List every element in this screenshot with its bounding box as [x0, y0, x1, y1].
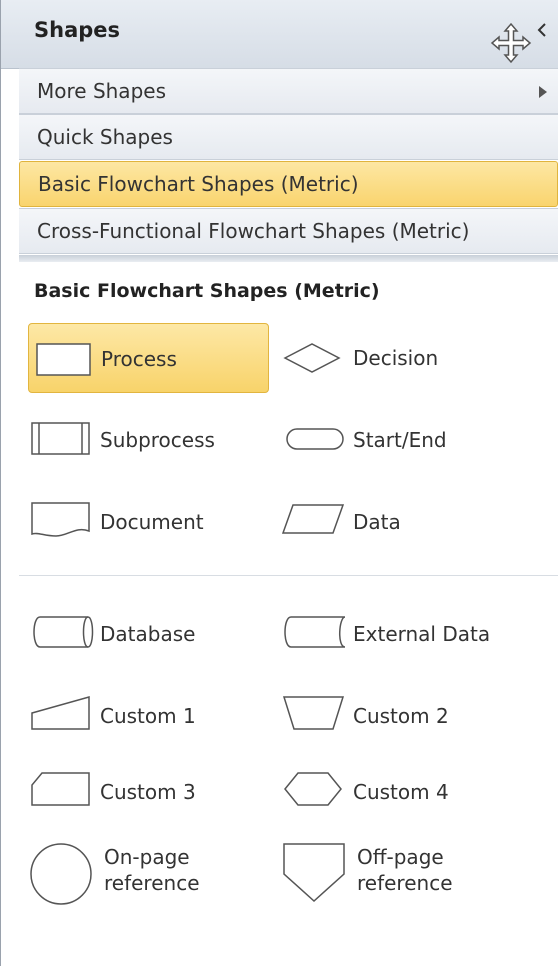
data-shape-icon [281, 504, 345, 534]
start-end-shape-icon [286, 428, 344, 450]
shape-label: Database [100, 622, 196, 646]
cross-functional-shapes-label: Cross-Functional Flowchart Shapes (Metri… [37, 219, 470, 243]
shape-start-end[interactable]: Start/End [281, 406, 521, 472]
shape-subprocess[interactable]: Subprocess [28, 406, 269, 472]
more-shapes-menu[interactable]: More Shapes [19, 68, 558, 114]
shape-data[interactable]: Data [281, 488, 521, 554]
shape-label-line1: Off-page [357, 845, 444, 869]
decision-shape-icon [283, 343, 341, 373]
section-divider [19, 575, 558, 576]
shape-process[interactable]: Process [28, 323, 269, 393]
shape-custom-4[interactable]: Custom 4 [281, 758, 521, 824]
subprocess-shape-icon [31, 422, 90, 455]
quick-shapes-label: Quick Shapes [37, 125, 173, 149]
shape-custom-1[interactable]: Custom 1 [28, 682, 269, 748]
off-page-reference-shape-icon [283, 843, 345, 903]
shape-label: External Data [353, 622, 491, 646]
custom4-shape-icon [284, 772, 342, 806]
cross-functional-shapes-item[interactable]: Cross-Functional Flowchart Shapes (Metri… [19, 208, 558, 254]
splitter-bar[interactable] [19, 255, 558, 262]
shape-label: Process [101, 347, 177, 371]
move-icon[interactable] [490, 22, 532, 64]
shape-label-line2: reference [357, 871, 453, 895]
panel-title: Shapes [34, 18, 121, 42]
shape-label-line1: On-page [104, 845, 190, 869]
quick-shapes-item[interactable]: Quick Shapes [19, 114, 558, 160]
more-shapes-label: More Shapes [37, 79, 166, 103]
shape-custom-2[interactable]: Custom 2 [281, 682, 521, 748]
shape-document[interactable]: Document [28, 488, 269, 554]
shape-on-page-reference[interactable]: On-page reference [28, 834, 269, 914]
external-data-shape-icon [284, 616, 346, 648]
shape-custom-3[interactable]: Custom 3 [28, 758, 269, 824]
shape-label: Custom 3 [100, 780, 196, 804]
shape-external-data[interactable]: External Data [281, 600, 541, 666]
custom1-shape-icon [31, 696, 90, 730]
basic-flowchart-shapes-item[interactable]: Basic Flowchart Shapes (Metric) [19, 161, 558, 207]
submenu-arrow-icon [539, 86, 547, 98]
shape-label: Custom 2 [353, 704, 449, 728]
database-shape-icon [33, 616, 94, 648]
shape-label: Custom 4 [353, 780, 449, 804]
shapes-title-bar[interactable]: Shapes [1, 0, 558, 69]
stencil-title: Basic Flowchart Shapes (Metric) [34, 280, 380, 302]
process-shape-icon [36, 343, 91, 376]
document-shape-icon [31, 502, 90, 537]
custom3-shape-icon [31, 772, 90, 806]
custom2-shape-icon [282, 696, 345, 730]
shape-label: Document [100, 510, 204, 534]
shape-label: Custom 1 [100, 704, 196, 728]
shape-label: Decision [353, 346, 439, 370]
on-page-reference-shape-icon [30, 843, 92, 905]
shapes-pane: Shapes More Shapes Quick Shapes Basic Fl… [0, 0, 558, 966]
shape-label: Data [353, 510, 401, 534]
shape-label: Subprocess [100, 428, 215, 452]
shape-label-line2: reference [104, 871, 200, 895]
shape-decision[interactable]: Decision [281, 323, 521, 393]
collapse-arrow-icon[interactable] [535, 22, 549, 38]
shape-off-page-reference[interactable]: Off-page reference [281, 834, 521, 914]
basic-flowchart-shapes-label: Basic Flowchart Shapes (Metric) [38, 172, 359, 196]
shape-label: Start/End [353, 428, 447, 452]
shape-database[interactable]: Database [28, 600, 269, 666]
